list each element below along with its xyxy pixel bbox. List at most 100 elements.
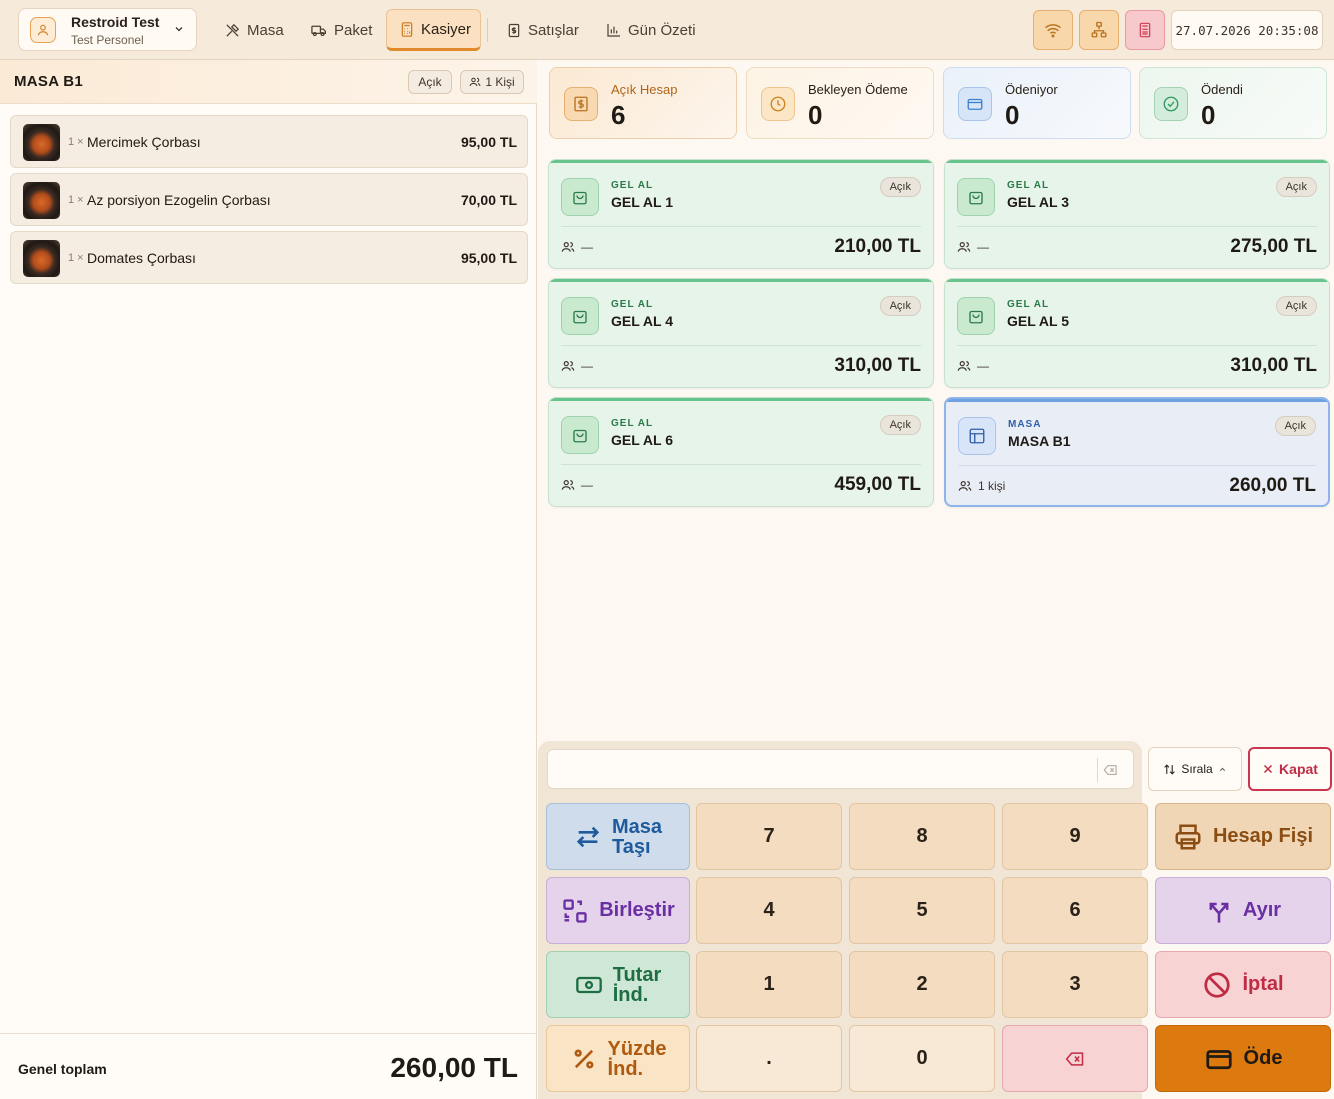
nav-masa[interactable]: Masa [212, 9, 296, 51]
amount-input[interactable] [547, 749, 1134, 789]
swap-arrows-icon [574, 823, 602, 851]
order-item[interactable]: 1 × Domates Çorbası 95,00 TL [10, 231, 528, 284]
table-title: MASA B1 [14, 73, 84, 90]
shopping-bag-icon [957, 178, 995, 216]
users-icon [561, 478, 575, 492]
item-quantity: 1 × [68, 194, 84, 206]
stat-pending-payment[interactable]: Bekleyen Ödeme 0 [746, 67, 934, 139]
account-type: GEL AL [611, 418, 654, 429]
item-name: Mercimek Çorbası [87, 134, 201, 150]
nav-gun-ozeti[interactable]: Gün Özeti [594, 9, 708, 51]
dollar-receipt-icon [564, 87, 598, 121]
network-button[interactable] [1079, 10, 1119, 50]
amount-discount-button[interactable]: Tutar İnd. [546, 951, 690, 1018]
account-card[interactable]: GEL AL GEL AL 6 Açık — 459,00 TL [548, 397, 934, 507]
merge-label: Birleştir [599, 899, 675, 921]
print-receipt-button[interactable]: Hesap Fişi [1155, 803, 1331, 870]
cash-register-button[interactable] [1125, 10, 1165, 50]
split-button[interactable]: Ayır [1155, 877, 1331, 944]
people-count-badge[interactable]: 1 Kişi [460, 70, 524, 94]
receipt-label: Hesap Fişi [1212, 825, 1314, 847]
divider [957, 226, 1317, 227]
key-6[interactable]: 6 [1002, 877, 1148, 944]
cancel-button[interactable]: İptal [1155, 951, 1331, 1018]
key-0[interactable]: 0 [849, 1025, 995, 1092]
divider [561, 345, 921, 346]
key-decimal[interactable]: . [696, 1025, 842, 1092]
account-name: MASA B1 [1008, 433, 1071, 449]
backspace-button[interactable] [1002, 1025, 1148, 1092]
account-status-badge: Açık [1275, 296, 1317, 316]
pay-button[interactable]: Öde [1155, 1025, 1331, 1092]
stat-paying[interactable]: Ödeniyor 0 [943, 67, 1131, 139]
account-type: MASA [1008, 419, 1042, 430]
nav-paket[interactable]: Paket [298, 9, 384, 51]
user-icon [30, 17, 56, 43]
divider [0, 1033, 536, 1034]
merge-button[interactable]: Birleştir [546, 877, 690, 944]
wifi-icon [1044, 21, 1062, 39]
item-name: Domates Çorbası [87, 250, 196, 266]
users-icon [469, 76, 481, 88]
order-header: MASA B1 Açık 1 Kişi [0, 60, 537, 104]
divider [561, 464, 921, 465]
people-value: — [581, 478, 593, 492]
clear-input-button[interactable] [1097, 758, 1123, 782]
close-icon [1262, 763, 1274, 775]
percent-discount-button[interactable]: Yüzde İnd. [546, 1025, 690, 1092]
key-2[interactable]: 2 [849, 951, 995, 1018]
account-name: GEL AL 3 [1007, 194, 1069, 210]
account-people: — [561, 240, 593, 254]
account-card[interactable]: GEL AL GEL AL 4 Açık — 310,00 TL [548, 278, 934, 388]
utensils-icon [224, 22, 241, 39]
account-name: GEL AL 4 [611, 313, 673, 329]
cash-icon [575, 971, 603, 999]
close-button[interactable]: Kapat [1248, 747, 1332, 791]
shopping-bag-icon [561, 178, 599, 216]
chevron-up-icon [1218, 765, 1227, 774]
calculator-icon [399, 21, 415, 38]
account-card[interactable]: GEL AL GEL AL 5 Açık — 310,00 TL [944, 278, 1330, 388]
sort-arrows-icon [1163, 763, 1176, 776]
account-status-badge: Açık [1275, 177, 1317, 197]
key-4[interactable]: 4 [696, 877, 842, 944]
account-card[interactable]: GEL AL GEL AL 1 Açık — 210,00 TL [548, 159, 934, 269]
key-8[interactable]: 8 [849, 803, 995, 870]
food-thumbnail [23, 240, 60, 277]
account-card[interactable]: GEL AL GEL AL 3 Açık — 275,00 TL [944, 159, 1330, 269]
nav-label: Paket [334, 21, 373, 39]
nav-kasiyer[interactable]: Kasiyer [386, 9, 481, 51]
cash-register-icon [1137, 21, 1153, 39]
account-people: 1 kişi [958, 479, 1005, 493]
stat-paid[interactable]: Ödendi 0 [1139, 67, 1327, 139]
user-switcher[interactable]: Restroid Test Test Personel [18, 8, 197, 51]
key-7[interactable]: 7 [696, 803, 842, 870]
account-card-selected[interactable]: MASA MASA B1 Açık 1 kişi 260,00 TL [944, 397, 1330, 507]
stat-value: 6 [611, 100, 626, 130]
account-amount: 260,00 TL [1229, 475, 1316, 496]
datetime-display: 27.07.2026 20:35:08 [1171, 10, 1323, 50]
divider [957, 345, 1317, 346]
nav-satislar[interactable]: Satışlar [494, 9, 591, 51]
item-price: 95,00 TL [460, 134, 517, 150]
key-5[interactable]: 5 [849, 877, 995, 944]
key-3[interactable]: 3 [1002, 951, 1148, 1018]
bar-chart-icon [606, 22, 622, 38]
account-people: — [561, 478, 593, 492]
wifi-status-button[interactable] [1033, 10, 1073, 50]
sort-button[interactable]: Sırala [1148, 747, 1242, 791]
divider [561, 226, 921, 227]
order-item[interactable]: 1 × Mercimek Çorbası 95,00 TL [10, 115, 528, 168]
people-value: — [581, 240, 593, 254]
account-amount: 310,00 TL [834, 355, 921, 376]
key-9[interactable]: 9 [1002, 803, 1148, 870]
order-item[interactable]: 1 × Az porsiyon Ezogelin Çorbası 70,00 T… [10, 173, 528, 226]
people-value: 1 kişi [978, 479, 1006, 493]
move-table-button[interactable]: Masa Taşı [546, 803, 690, 870]
stat-open-accounts[interactable]: Açık Hesap 6 [549, 67, 737, 139]
divider [958, 465, 1316, 466]
chevron-down-icon [173, 23, 185, 35]
percent-icon [570, 1045, 598, 1073]
key-1[interactable]: 1 [696, 951, 842, 1018]
account-type: GEL AL [611, 180, 654, 191]
